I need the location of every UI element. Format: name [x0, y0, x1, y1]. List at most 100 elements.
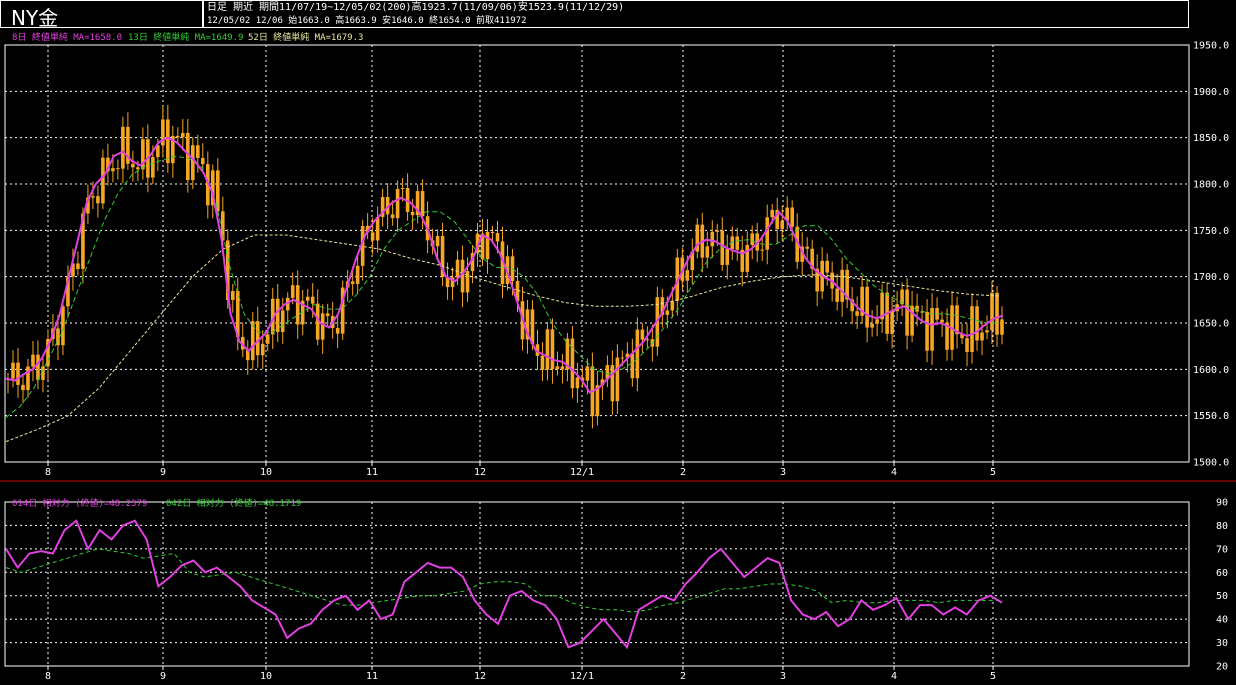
candle-body	[21, 384, 25, 391]
candle-body	[151, 157, 155, 178]
candle-body	[905, 289, 909, 336]
candle-body	[390, 214, 395, 219]
ma8-line	[5, 136, 1004, 394]
candle-body	[715, 230, 720, 232]
rsi-y-tick: 20	[1216, 662, 1228, 673]
candle-body	[305, 296, 310, 301]
candle-body	[790, 207, 795, 227]
candle-body	[540, 355, 545, 370]
legend-ma13: 13日 終値単純 MA=1649.9	[128, 33, 244, 43]
candle-body	[176, 135, 180, 138]
rsi42-line	[5, 548, 1000, 613]
price-y-tick: 1900.0	[1193, 87, 1229, 98]
candle-body	[485, 231, 490, 260]
candle-body	[705, 246, 710, 258]
price-y-tick: 1700.0	[1193, 272, 1229, 283]
candle-body	[16, 362, 20, 385]
rsi-x-tick: 9	[160, 671, 166, 682]
candle-body	[370, 232, 375, 241]
price-y-tick: 1750.0	[1193, 226, 1229, 237]
candle-body	[710, 231, 715, 247]
candle-body	[61, 306, 65, 346]
candle-body	[770, 209, 775, 218]
candle-body	[890, 311, 894, 334]
candle-body	[855, 311, 859, 316]
rsi-x-tick: 2	[680, 671, 686, 682]
candle-body	[280, 310, 285, 332]
candle-body	[765, 217, 770, 250]
candle-body	[835, 288, 839, 302]
candle-body	[290, 285, 295, 298]
price-x-tick: 12/1	[570, 467, 594, 478]
rsi-x-tick: 4	[891, 671, 897, 682]
candle-body	[435, 236, 440, 247]
candle-body	[230, 291, 235, 300]
candle-body	[925, 312, 929, 351]
price-y-tick: 1500.0	[1193, 458, 1229, 469]
price-y-tick: 1550.0	[1193, 411, 1229, 422]
candle-body	[400, 187, 405, 189]
candle-body	[995, 292, 999, 335]
candle-body	[640, 329, 645, 340]
rsi-y-tick: 80	[1216, 521, 1228, 532]
candle-body	[275, 298, 280, 332]
price-x-tick: 8	[45, 467, 51, 478]
candle-body	[780, 220, 785, 230]
price-x-tick: 2	[680, 467, 686, 478]
candle-body	[260, 343, 265, 356]
candle-body	[575, 377, 580, 389]
candle-body	[255, 321, 260, 356]
legend-ma8: 8日 終値単純 MA=1658.0	[12, 33, 123, 43]
candle-body	[875, 319, 879, 324]
candle-body	[295, 285, 300, 325]
candle-body	[455, 259, 460, 278]
candle-body	[735, 236, 740, 250]
rsi-y-tick: 30	[1216, 638, 1228, 649]
price-x-tick: 4	[891, 467, 897, 478]
rsi-y-tick: 70	[1216, 544, 1228, 555]
candle-body	[750, 233, 755, 246]
rsi-x-tick: 10	[260, 671, 272, 682]
candle-body	[201, 157, 205, 165]
rsi-y-tick: 90	[1216, 498, 1228, 509]
candle-body	[31, 354, 35, 367]
candle-body	[930, 307, 934, 351]
candle-body	[495, 233, 500, 242]
candle-body	[555, 366, 560, 370]
candle-body	[355, 265, 360, 284]
candle-body	[91, 196, 95, 198]
candle-body	[635, 329, 640, 379]
candle-body	[745, 245, 750, 272]
candle-body	[26, 366, 30, 391]
candle-body	[670, 300, 675, 311]
candle-body	[965, 338, 969, 352]
candle-body	[325, 313, 330, 317]
rsi-frame	[4, 501, 1190, 667]
candle-body	[121, 126, 125, 169]
candle-body	[585, 366, 590, 381]
candle-body	[320, 313, 325, 340]
candle-body	[545, 329, 550, 370]
candle-body	[166, 119, 170, 164]
candle-body	[985, 330, 989, 333]
candle-body	[825, 260, 829, 273]
candle-body	[101, 157, 105, 204]
candle-body	[990, 292, 994, 331]
candle-body	[980, 332, 984, 341]
rsi-x-tick: 8	[45, 671, 51, 682]
price-x-tick: 10	[260, 467, 272, 478]
price-y-tick: 1800.0	[1193, 180, 1229, 191]
candle-body	[410, 211, 415, 216]
price-y-tick: 1650.0	[1193, 319, 1229, 330]
candle-body	[76, 263, 80, 270]
candle-body	[490, 231, 495, 234]
rsi-x-tick: 12/1	[570, 671, 594, 682]
candle-body	[550, 329, 555, 370]
candle-body	[350, 281, 355, 284]
candle-body	[610, 365, 615, 402]
candle-body	[395, 188, 400, 219]
price-chart: 1950.0 1900.0 1850.0 1800.0 1750.0 1700.0 1650…	[0, 41, 1236, 682]
candle-body	[865, 286, 869, 328]
candle-body	[116, 168, 120, 170]
candle-body	[685, 270, 690, 281]
